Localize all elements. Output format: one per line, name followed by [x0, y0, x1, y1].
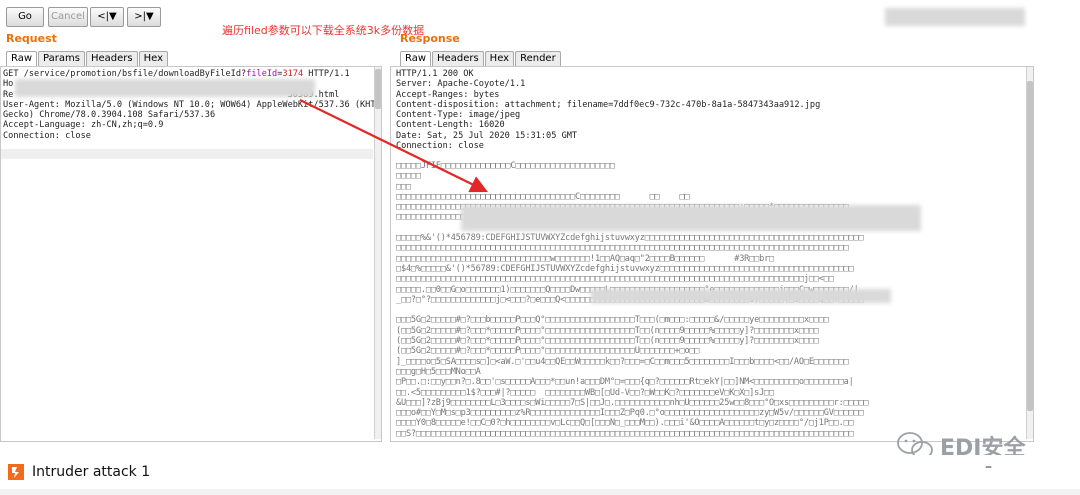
intruder-window: Intruder attack 1 – — [0, 455, 1080, 495]
intruder-window-title: Intruder attack 1 — [32, 464, 151, 480]
minimize-button[interactable]: – — [985, 459, 992, 475]
intruder-toolbar-strip — [0, 489, 1080, 495]
burp-logo-icon — [8, 464, 24, 480]
annotation-arrow — [299, 99, 488, 193]
